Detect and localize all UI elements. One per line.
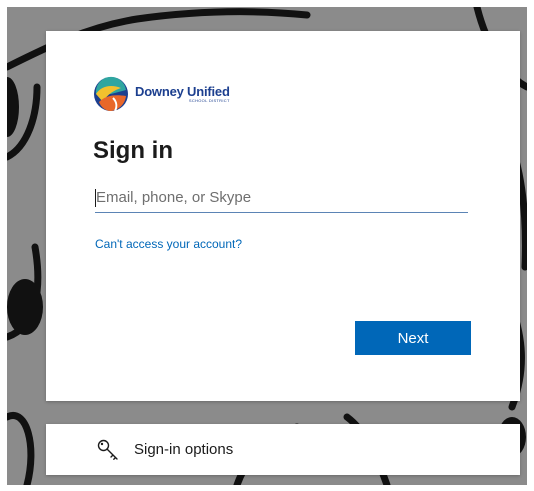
page-background: Downey Unified SCHOOL DISTRICT Sign in C… — [7, 7, 527, 485]
signin-options-label: Sign-in options — [134, 441, 234, 458]
email-field[interactable] — [95, 183, 468, 213]
brand-logo: Downey Unified SCHOOL DISTRICT — [93, 76, 230, 112]
signin-options-button[interactable]: Sign-in options — [46, 424, 520, 475]
next-button[interactable]: Next — [355, 321, 471, 355]
text-cursor — [95, 189, 96, 207]
district-logo-icon — [94, 76, 128, 112]
page-title: Sign in — [93, 137, 173, 164]
brand-name: Downey Unified — [135, 84, 230, 99]
signin-card: Downey Unified SCHOOL DISTRICT Sign in C… — [46, 31, 520, 401]
key-icon — [97, 439, 118, 460]
brand-subtitle: SCHOOL DISTRICT — [188, 98, 230, 103]
cant-access-account-link[interactable]: Can't access your account? — [95, 237, 242, 251]
